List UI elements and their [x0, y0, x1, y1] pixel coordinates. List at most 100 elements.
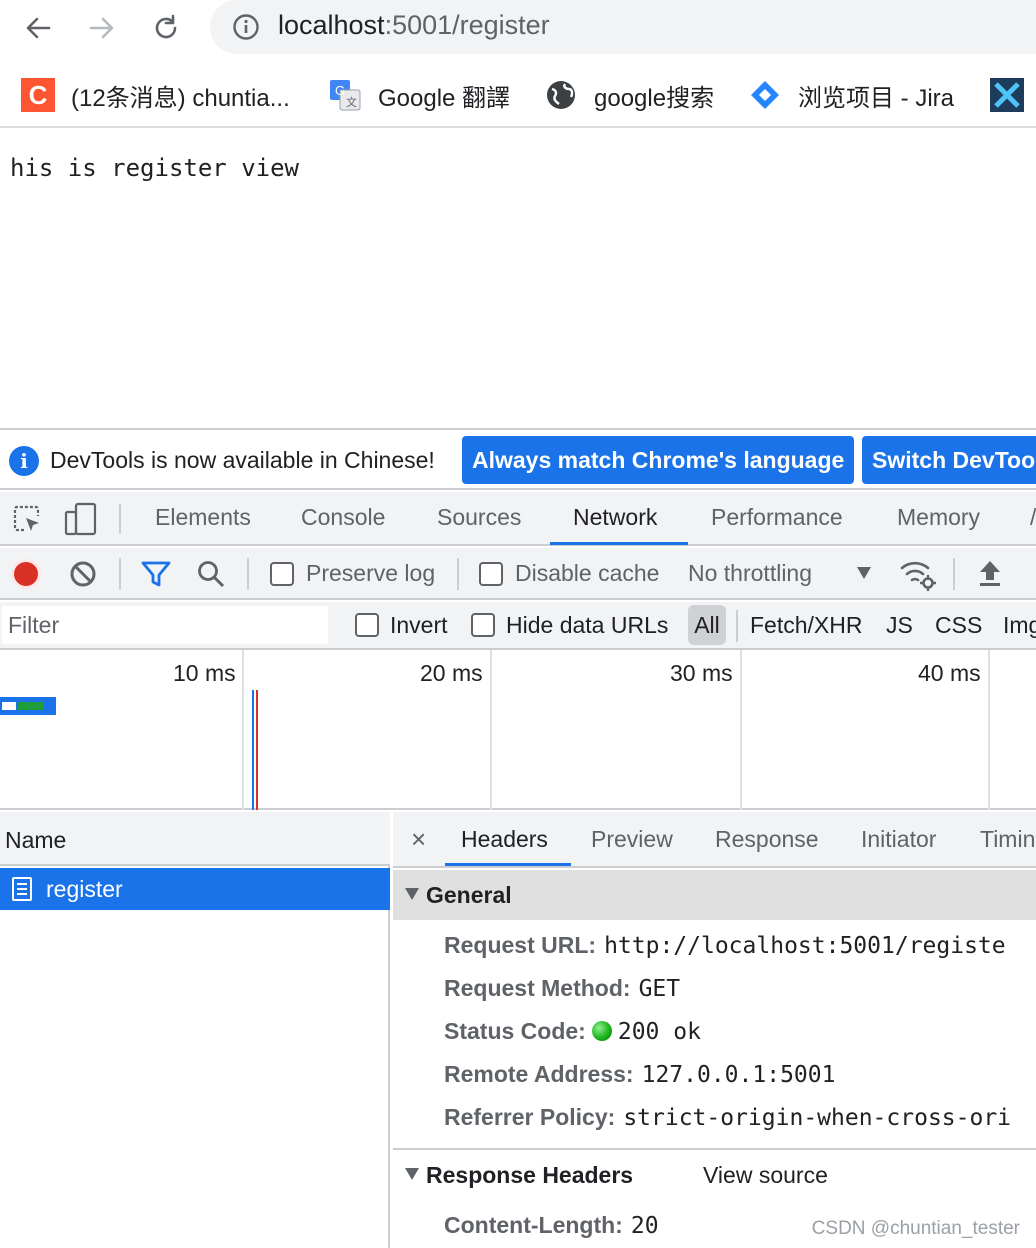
disable-cache-checkbox[interactable]	[479, 562, 503, 586]
invert-label[interactable]: Invert	[390, 612, 448, 639]
filter-type-fetch-xhr[interactable]: Fetch/XHR	[750, 612, 862, 639]
divider	[457, 558, 459, 590]
preserve-log-label[interactable]: Preserve log	[306, 560, 435, 587]
network-conditions-icon[interactable]	[899, 557, 937, 596]
tab-initiator[interactable]: Initiator	[861, 826, 936, 853]
divider	[0, 126, 1036, 128]
load-event-marker	[256, 690, 258, 810]
url-path: :5001/register	[384, 10, 550, 40]
header-key: Remote Address:	[444, 1061, 634, 1087]
search-icon[interactable]	[196, 559, 226, 594]
request-details: × Headers Preview Response Initiator Tim…	[393, 812, 1036, 1248]
section-title: General	[426, 882, 512, 908]
tab-timing[interactable]: Timin	[980, 826, 1035, 853]
header-value: 200 ok	[617, 1019, 701, 1045]
reload-icon[interactable]	[146, 8, 186, 48]
bookmark-jira[interactable]: 浏览项目 - Jira	[748, 78, 954, 112]
header-value: strict-origin-when-cross-ori	[623, 1105, 1012, 1131]
tick-line	[490, 650, 492, 810]
site-info-icon[interactable]	[232, 13, 260, 46]
filter-input[interactable]	[2, 606, 328, 644]
hide-data-urls-label[interactable]: Hide data URLs	[506, 612, 668, 639]
bookmark-google-translate[interactable]: G文 Google 翻譯	[328, 78, 510, 112]
header-value: 20	[630, 1213, 659, 1239]
table-row[interactable]: register	[0, 868, 390, 910]
import-har-icon[interactable]	[976, 558, 1004, 593]
bookmark-google-search[interactable]: google搜索	[544, 78, 714, 112]
filter-type-all[interactable]: All	[688, 605, 726, 645]
bookmark-label: (12条消息) chuntia...	[71, 84, 290, 112]
divider	[953, 558, 955, 590]
filter-type-js[interactable]: JS	[886, 612, 913, 639]
address-url[interactable]: localhost:5001/register	[278, 10, 550, 41]
throttling-select[interactable]: No throttling	[688, 560, 812, 587]
network-overview-timeline[interactable]: 10 ms 20 ms 30 ms 40 ms	[0, 650, 1036, 810]
csdn-icon: C	[21, 78, 55, 112]
name-column-header[interactable]: Name	[0, 812, 390, 866]
tab-network[interactable]: Network	[573, 504, 657, 531]
bookmark-label: Google 翻譯	[378, 84, 511, 112]
clear-icon[interactable]	[68, 559, 98, 594]
header-key: Content-Length:	[444, 1212, 623, 1238]
tab-performance[interactable]: Performance	[711, 504, 843, 531]
tab-preview[interactable]: Preview	[591, 826, 673, 853]
divider	[736, 610, 738, 642]
globe-icon	[544, 78, 578, 112]
tab-elements[interactable]: Elements	[155, 504, 251, 531]
divider	[119, 558, 121, 590]
tab-console[interactable]: Console	[301, 504, 385, 531]
section-title: Response Headers	[426, 1162, 634, 1188]
device-toolbar-icon[interactable]	[64, 502, 98, 541]
browser-toolbar: localhost:5001/register	[0, 0, 1036, 56]
request-method-row: Request Method: GET	[444, 975, 680, 1002]
filter-type-img[interactable]: Img	[1003, 612, 1036, 639]
triangle-down-icon	[405, 888, 419, 900]
content-length-row: Content-Length: 20	[444, 1212, 659, 1239]
active-tab-indicator	[445, 863, 571, 866]
chevron-down-icon[interactable]	[857, 567, 871, 579]
tab-response[interactable]: Response	[715, 826, 819, 853]
request-url-row: Request URL: http://localhost:5001/regist…	[444, 932, 1006, 959]
bookmark-csdn[interactable]: C (12条消息) chuntia...	[21, 78, 290, 112]
dom-content-loaded-marker	[252, 690, 254, 810]
tab-headers[interactable]: Headers	[461, 826, 548, 853]
close-icon[interactable]: ×	[411, 824, 426, 855]
hide-data-urls-checkbox[interactable]	[471, 613, 495, 637]
request-list: Name register	[0, 812, 390, 1248]
network-toolbar: Preserve log Disable cache No throttling	[0, 548, 1036, 600]
switch-devtools-language-button[interactable]: Switch DevToo	[862, 436, 1036, 484]
back-arrow-icon[interactable]	[18, 8, 58, 48]
record-dot	[14, 562, 38, 586]
filter-type-css[interactable]: CSS	[935, 612, 982, 639]
document-icon	[12, 877, 32, 901]
filter-icon[interactable]	[141, 559, 171, 594]
header-key: Request Method:	[444, 975, 631, 1001]
always-match-language-button[interactable]: Always match Chrome's language	[462, 436, 854, 484]
view-source-link[interactable]: View source	[703, 1162, 828, 1189]
tab-sources[interactable]: Sources	[437, 504, 521, 531]
record-icon[interactable]	[11, 559, 41, 589]
response-headers-section-header[interactable]: Response Headers View source	[393, 1150, 1036, 1200]
preserve-log-checkbox[interactable]	[270, 562, 294, 586]
more-tabs-icon[interactable]: /	[1030, 504, 1036, 531]
name-header-label: Name	[5, 827, 67, 853]
general-section-header[interactable]: General	[393, 870, 1036, 920]
forward-arrow-icon[interactable]	[82, 8, 122, 48]
bookmark-x[interactable]	[990, 78, 1036, 112]
svg-text:G: G	[335, 83, 345, 98]
tick-line	[740, 650, 742, 810]
tick-label: 20 ms	[420, 660, 483, 686]
bookmark-label: google搜索	[594, 84, 715, 112]
bookmark-label: 浏览项目 - Jira	[798, 84, 954, 112]
disable-cache-label[interactable]: Disable cache	[515, 560, 659, 587]
devtools-infobar: i DevTools is now available in Chinese! …	[0, 430, 1036, 490]
watermark: CSDN @chuntian_tester	[811, 1218, 1020, 1239]
invert-checkbox[interactable]	[355, 613, 379, 637]
tick-label: 40 ms	[918, 660, 981, 686]
waterfall-waiting	[2, 702, 16, 710]
tab-memory[interactable]: Memory	[897, 504, 980, 531]
inspect-element-icon[interactable]	[12, 504, 42, 539]
divider	[247, 558, 249, 590]
tick-label: 10 ms	[173, 660, 236, 686]
details-tabbar: × Headers Preview Response Initiator Tim…	[393, 812, 1036, 868]
